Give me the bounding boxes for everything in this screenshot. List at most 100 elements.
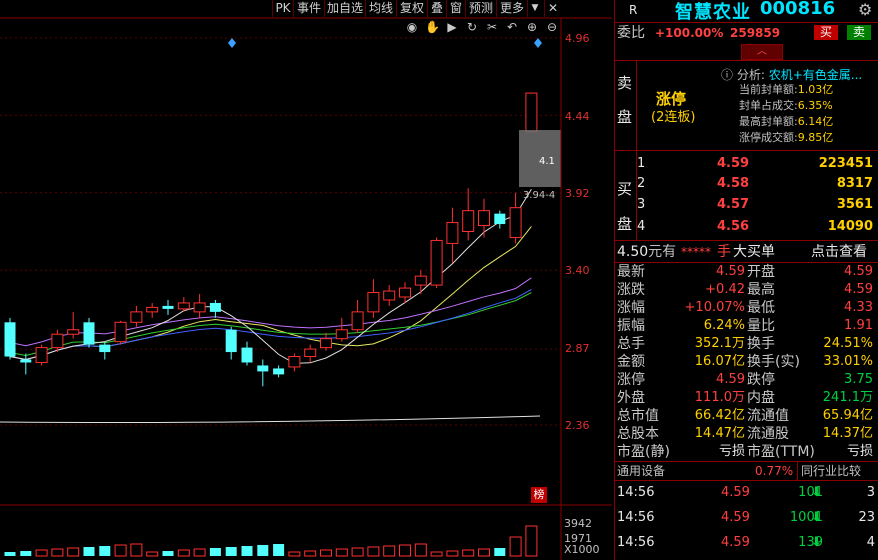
volume-bar [525, 525, 538, 557]
volume-bar [399, 544, 411, 557]
sell-side-label: 盘 [617, 108, 633, 126]
candlestick-chart[interactable]: 4.1 3.94-4 [0, 0, 612, 560]
volume-bar [414, 543, 427, 557]
analysis-row[interactable]: ⓘ 分析: 农机+有色金属... [721, 66, 862, 83]
volume-bar [162, 551, 174, 556]
ma-line-long [0, 415, 541, 424]
volume-bar [383, 545, 396, 557]
candle-body [430, 239, 443, 286]
candle-body [225, 329, 237, 353]
volume-bar [99, 546, 111, 556]
volume-bar [320, 549, 332, 557]
candle-body [114, 321, 127, 343]
stock-name: 智慧农业 [675, 2, 751, 23]
volume-bar [83, 547, 95, 556]
quote-panel: R 智慧农业 000816 ⚙ 委比 +100.00% 259859 买 卖 ︿… [614, 0, 878, 560]
price-marker-label: 4.1 [539, 156, 555, 167]
buy-volume: 8317 [836, 176, 873, 191]
buy-level: 4 [637, 219, 646, 234]
buy-price: 4.59 [717, 156, 750, 171]
buy-level-row[interactable]: 1 4.59 223451 [615, 155, 878, 173]
buy-price: 4.56 [717, 219, 750, 234]
down-arrow-icon: ⬇ [811, 510, 822, 525]
rank-badge[interactable]: 榜 [531, 487, 547, 503]
candle-body [320, 338, 332, 349]
candle-body [367, 292, 380, 313]
candle-body [288, 356, 301, 368]
buy-level: 3 [637, 197, 646, 212]
stock-code: 000816 [760, 0, 836, 19]
analysis-value[interactable]: 农机+有色金属... [769, 68, 863, 82]
y-tick-label: 2.36 [565, 419, 590, 432]
candle-body [462, 210, 475, 233]
candle-body [525, 92, 538, 133]
volume-bar [225, 547, 237, 556]
candle-body [446, 222, 459, 244]
view-big-order-link[interactable]: 点击查看 [811, 243, 867, 261]
candle-body [335, 329, 348, 340]
buy-volume: 3561 [836, 197, 873, 212]
buy-level-row[interactable]: 4 4.56 14090 [615, 218, 878, 236]
event-marker-icon[interactable] [228, 38, 236, 48]
buy-volume: 223451 [818, 156, 873, 171]
candle-body [494, 213, 506, 225]
candle-body [399, 287, 411, 298]
buy-volume: 14090 [827, 219, 873, 234]
candle-body [414, 275, 427, 286]
sell-button[interactable]: 卖 [847, 25, 871, 40]
volume-bar [462, 549, 475, 557]
quote-row: 市盈(静) 亏损 市盈(TTM) 亏损 [617, 444, 873, 460]
event-marker-icon[interactable] [534, 38, 542, 48]
quote-row: 最新 4.59 开盘 4.59 [617, 264, 873, 280]
quote-row: 总股本 14.47亿 流通股 14.37亿 [617, 426, 873, 442]
weibi-amount: 259859 [730, 26, 781, 40]
volume-bar [67, 547, 80, 557]
volume-bars [4, 525, 538, 557]
volume-bar [509, 536, 522, 557]
industry-row[interactable]: 通用设备 0.77% 同行业比较 [615, 462, 878, 480]
candle-body [193, 302, 206, 313]
volume-bar [209, 548, 221, 556]
down-arrow-icon: ⬇ [811, 535, 822, 550]
r-label: R [629, 3, 638, 17]
tick-row: 14:56 4.59 139 ⬇ 4 [617, 535, 875, 550]
candle-body [304, 348, 317, 358]
volume-bar [304, 550, 317, 557]
buy-price: 4.57 [717, 197, 750, 212]
weibi-pct: +100.00% [655, 26, 724, 40]
y-tick-label: 4.44 [565, 110, 590, 123]
chart-grid [0, 37, 561, 426]
volume-bar [35, 549, 48, 557]
candle-body [509, 207, 522, 238]
candle-body [51, 333, 64, 349]
buy-level-row[interactable]: 2 4.58 8317 [615, 175, 878, 193]
quote-row: 涨幅 +10.07% 最低 4.33 [617, 300, 873, 316]
stock-header: R 智慧农业 000816 ⚙ [615, 0, 878, 23]
volume-bar [257, 545, 269, 556]
volume-bar [114, 544, 127, 557]
gear-icon[interactable]: ⚙ [858, 0, 872, 19]
candle-body [99, 344, 111, 353]
y-tick-label: 3.40 [565, 264, 590, 277]
buy-button[interactable]: 买 [814, 25, 838, 40]
candle-body [146, 306, 159, 313]
collapse-icon[interactable]: ︿ [741, 44, 783, 60]
volume-bar [177, 549, 190, 557]
seal-info: 当前封单额:1.03亿 封单占成交:6.35% 最高封单额:6.14亿 涨停成交… [739, 83, 834, 144]
volume-bar [351, 547, 364, 557]
candle-body [351, 311, 364, 331]
candle-body [257, 365, 269, 372]
big-order-row: 4.50元有 ***** 手 大买单 点击查看 [617, 243, 867, 261]
range-marker-label: 3.94-4 [523, 190, 555, 201]
sell-side-label: 卖 [617, 74, 633, 92]
candle-body [20, 359, 32, 363]
volume-bar [241, 546, 253, 556]
volume-bar [478, 548, 490, 557]
volume-bar [446, 550, 459, 557]
volume-bar [51, 548, 64, 557]
quote-row: 金额 16.07亿 换手(实) 33.01% [617, 354, 873, 370]
analysis-label: 分析: [736, 68, 765, 82]
buy-level-row[interactable]: 3 4.57 3561 [615, 196, 878, 214]
volume-unit-label: X1000 [564, 543, 600, 556]
volume-tick-label: 3942 [564, 517, 592, 530]
